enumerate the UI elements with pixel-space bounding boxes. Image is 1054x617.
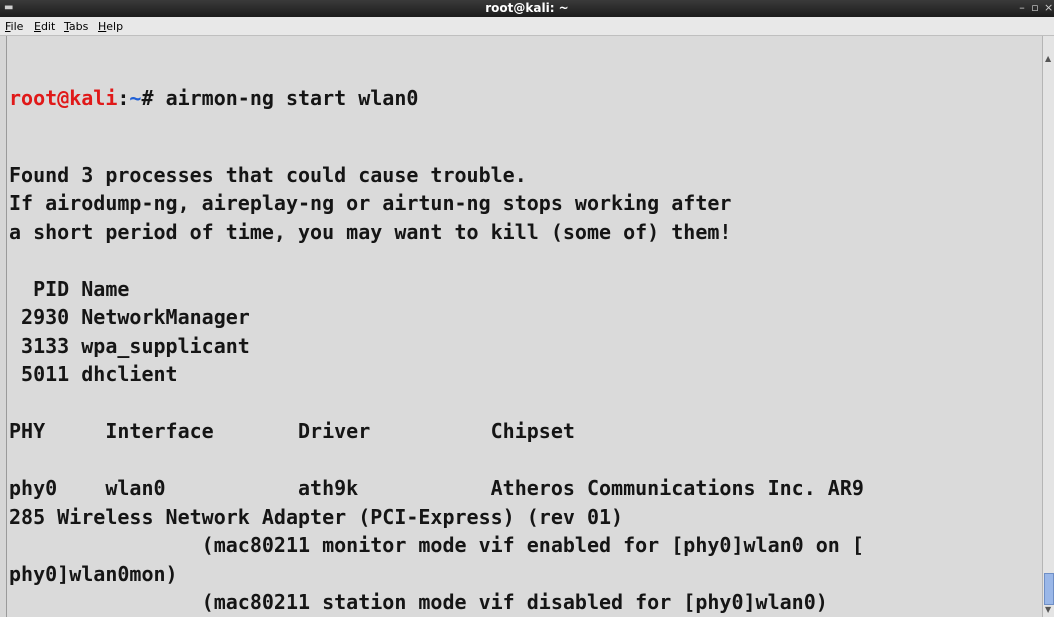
output-line: 5011 dhclient <box>9 362 178 386</box>
prompt-separator: : <box>117 86 130 110</box>
prompt-line: root@kali:~# airmon-ng start wlan0 <box>9 84 864 113</box>
terminal-window: ▬ root@kali: ~ – ▫ × File Edit Tabs Help… <box>0 0 1054 617</box>
window-title: root@kali: ~ <box>485 1 569 15</box>
output-line: If airodump-ng, aireplay-ng or airtun-ng… <box>9 191 732 215</box>
output-line: 285 Wireless Network Adapter (PCI-Expres… <box>9 504 624 529</box>
output-line: phy0 wlan0 ath9k Atheros Communications … <box>9 476 864 500</box>
output-line: 3133 wpa_supplicant <box>9 333 250 358</box>
terminal-output-area[interactable]: root@kali:~# airmon-ng start wlan0 Found… <box>6 36 1043 617</box>
output-line: 2930 NetworkManager <box>9 305 250 329</box>
scroll-down-icon[interactable]: ▼ <box>1045 605 1051 614</box>
output-line: PHY Interface Driver Chipset <box>9 419 575 443</box>
minimize-icon[interactable]: – <box>1018 1 1026 14</box>
menu-tabs[interactable]: Tabs <box>64 20 88 33</box>
output-line: PID Name <box>9 276 130 301</box>
menu-help[interactable]: Help <box>98 20 123 33</box>
prompt-command: airmon-ng start wlan0 <box>165 86 419 110</box>
terminal-lines: root@kali:~# airmon-ng start wlan0 Found… <box>9 36 864 617</box>
prompt-path: ~ <box>129 86 142 110</box>
menu-file[interactable]: File <box>5 20 23 33</box>
window-controls: – ▫ × <box>1018 1 1053 14</box>
prompt-symbol: # <box>141 86 166 110</box>
prompt-user: root@kali <box>9 86 118 110</box>
title-bar[interactable]: ▬ root@kali: ~ – ▫ × <box>0 0 1054 17</box>
output-line: Found 3 processes that could cause troub… <box>9 162 527 187</box>
menu-edit[interactable]: Edit <box>34 20 55 33</box>
output-line: (mac80211 monitor mode vif enabled for [… <box>9 533 864 557</box>
scrollbar[interactable]: ▲ ▼ <box>1042 36 1054 617</box>
output-line: (mac80211 station mode vif disabled for … <box>9 590 828 614</box>
output-line: phy0]wlan0mon) <box>9 561 178 586</box>
close-icon[interactable]: × <box>1044 1 1053 14</box>
scrollbar-thumb[interactable] <box>1044 573 1054 605</box>
menu-bar: File Edit Tabs Help <box>0 17 1054 36</box>
output-line: a short period of time, you may want to … <box>9 219 732 244</box>
maximize-icon[interactable]: ▫ <box>1031 1 1039 14</box>
scroll-up-icon[interactable]: ▲ <box>1045 54 1051 63</box>
